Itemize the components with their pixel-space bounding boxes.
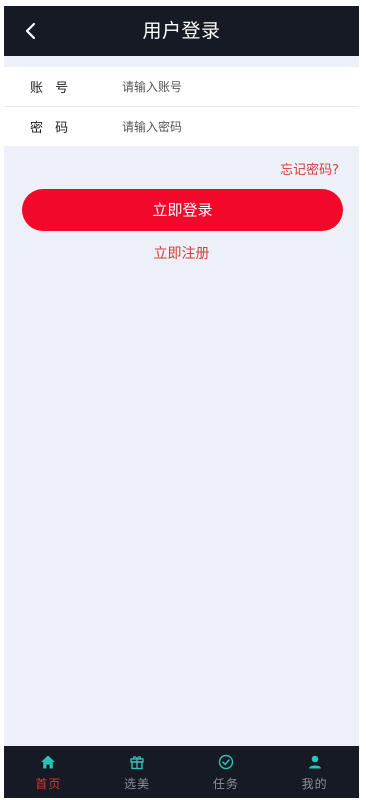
tab-home-label: 首页 <box>35 776 62 791</box>
register-link[interactable]: 立即注册 <box>4 243 359 263</box>
tab-home[interactable]: 首页 <box>4 746 93 798</box>
gift-icon <box>128 753 146 771</box>
tab-tasks-label: 任务 <box>212 776 239 791</box>
account-input[interactable] <box>122 79 322 94</box>
home-icon <box>39 753 57 771</box>
tab-mine-label: 我的 <box>301 776 328 791</box>
password-input[interactable] <box>122 119 322 134</box>
user-icon <box>306 753 324 771</box>
top-bar: 用户登录 <box>4 6 359 56</box>
password-label: 密 码 <box>30 121 73 136</box>
account-row: 账 号 <box>4 67 359 107</box>
bottom-tab-bar: 首页 选美 任务 我的 <box>4 746 359 798</box>
forgot-password-link[interactable]: 忘记密码? <box>280 159 339 178</box>
login-form: 账 号 密 码 <box>4 67 359 146</box>
tab-beauty[interactable]: 选美 <box>93 746 182 798</box>
task-icon <box>217 753 235 771</box>
login-button[interactable]: 立即登录 <box>22 189 343 231</box>
tab-mine[interactable]: 我的 <box>270 746 359 798</box>
account-label: 账 号 <box>30 81 73 96</box>
page-title: 用户登录 <box>142 20 221 42</box>
password-row: 密 码 <box>4 107 359 146</box>
app-frame: 用户登录 账 号 密 码 忘记密码? 立即登录 立即注册 首页 <box>4 6 359 798</box>
tab-tasks[interactable]: 任务 <box>182 746 271 798</box>
tab-beauty-label: 选美 <box>124 776 151 791</box>
